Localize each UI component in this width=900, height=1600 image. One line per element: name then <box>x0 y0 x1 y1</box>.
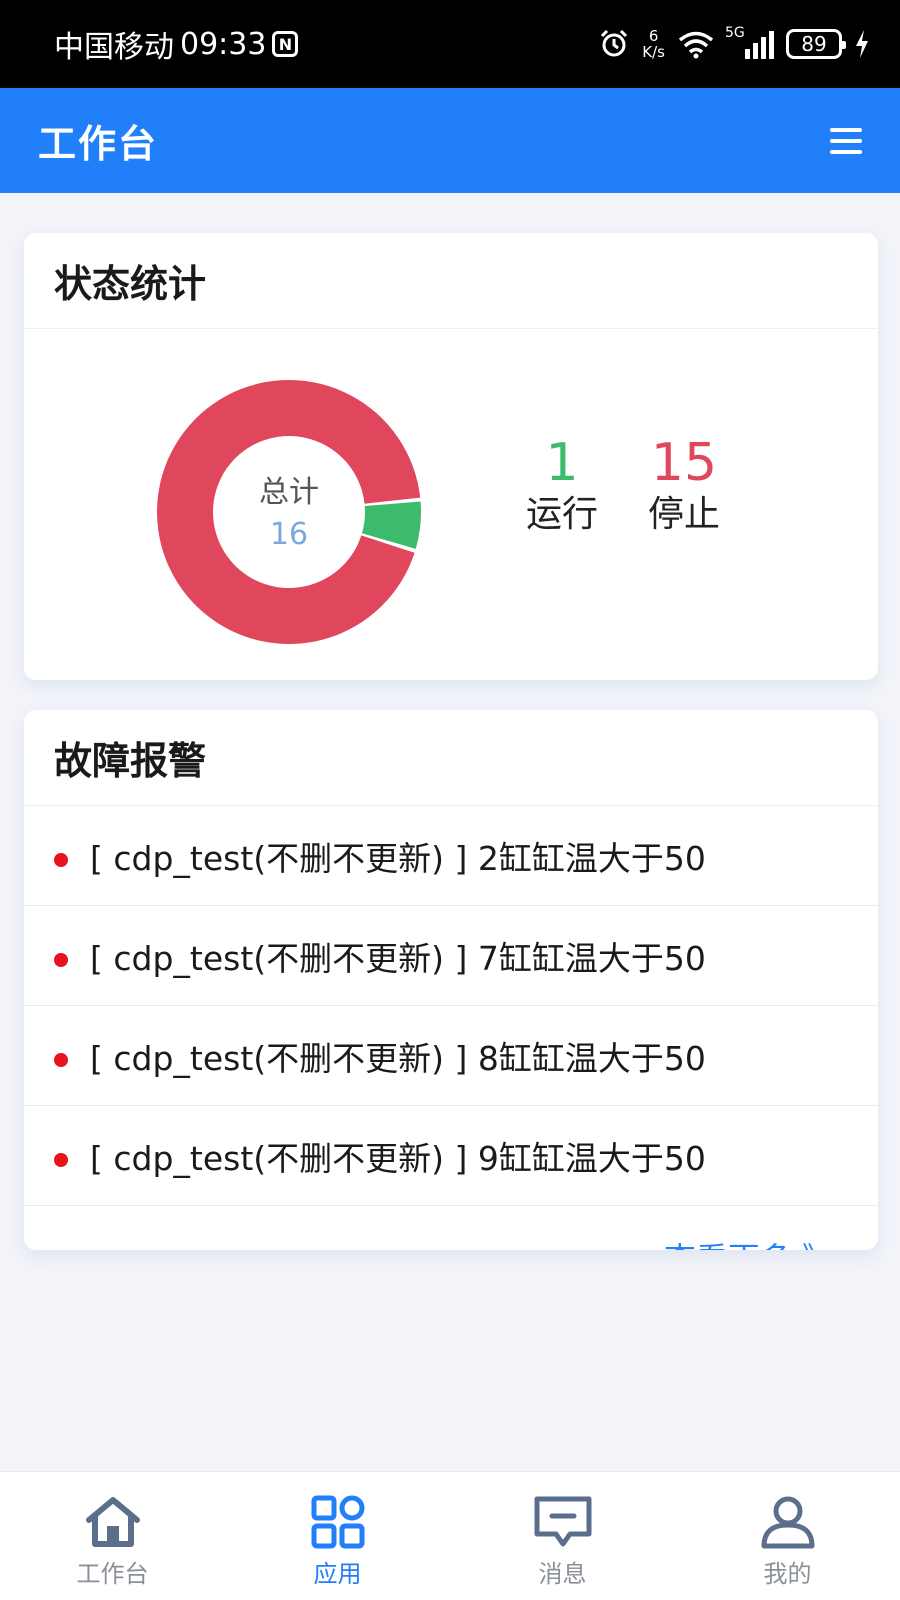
speed-unit: K/s <box>642 43 665 61</box>
menu-icon[interactable] <box>830 127 862 154</box>
tab-label: 消息 <box>538 1560 587 1588</box>
network-speed: 6 K/s <box>642 28 665 60</box>
alarm-item[interactable]: [ cdp_test(不删不更新) ] 8缸缸温大于50 <box>24 1006 878 1106</box>
cellular-signal-icon: 5G <box>725 25 774 59</box>
alarm-text: [ cdp_test(不删不更新) ] 2缸缸温大于50 <box>90 838 706 878</box>
alarm-text: [ cdp_test(不删不更新) ] 8缸缸温大于50 <box>90 1038 706 1078</box>
alarm-dot-icon <box>54 852 68 867</box>
tab-profile[interactable]: 我的 <box>675 1472 900 1600</box>
status-right: 6 K/s 5G 89 <box>598 25 870 60</box>
alarm-item[interactable]: [ cdp_test(不删不更新) ] 9缸缸温大于50 <box>24 1106 878 1206</box>
network-type: 5G <box>725 25 745 41</box>
tab-messages[interactable]: 消息 <box>450 1472 675 1600</box>
tab-label: 应用 <box>313 1560 362 1588</box>
running-stat: 1 运行 <box>502 433 622 537</box>
alarm-item[interactable]: [ cdp_test(不删不更新) ] 7缸缸温大于50 <box>24 906 878 1006</box>
tab-label: 我的 <box>763 1560 812 1588</box>
speed-value: 6 <box>648 27 659 45</box>
status-left: 中国移动 09:33 N <box>54 22 299 66</box>
status-bar: 中国移动 09:33 N 6 K/s 5G 89 <box>0 0 900 88</box>
message-icon <box>534 1496 591 1547</box>
user-icon <box>761 1496 814 1549</box>
stopped-count: 15 <box>650 433 718 493</box>
battery-icon: 89 <box>786 29 846 59</box>
alarm-text: [ cdp_test(不删不更新) ] 7缸缸温大于50 <box>90 938 706 978</box>
stopped-stat: 15 停止 <box>624 433 744 537</box>
alarm-dot-icon <box>54 1052 68 1067</box>
view-more-link[interactable]: 查看更多 》 <box>664 1234 834 1250</box>
running-label: 运行 <box>525 494 598 535</box>
app-header: 工作台 <box>0 88 900 193</box>
alarm-text: [ cdp_test(不删不更新) ] 9缸缸温大于50 <box>90 1138 706 1178</box>
tab-label: 工作台 <box>76 1560 149 1588</box>
alarm-item[interactable]: [ cdp_test(不删不更新) ] 2缸缸温大于50 <box>24 806 878 906</box>
clock: 09:33 <box>180 26 267 62</box>
tab-workbench[interactable]: 工作台 <box>0 1472 225 1600</box>
donut-center-total: 16 <box>269 516 309 552</box>
stats-card-title: 状态统计 <box>24 233 878 329</box>
battery-level: 89 <box>801 32 827 56</box>
alarm-card-title: 故障报警 <box>24 710 878 806</box>
donut-center-label: 总计 <box>259 474 319 510</box>
donut-center: 总计 16 <box>144 367 434 657</box>
running-count: 1 <box>545 433 579 493</box>
alarm-dot-icon <box>54 952 68 967</box>
stopped-label: 停止 <box>647 494 720 535</box>
status-donut-chart: 总计 16 <box>144 367 434 657</box>
wifi-icon <box>678 31 714 59</box>
nfc-icon: N <box>272 31 299 57</box>
tab-apps[interactable]: 应用 <box>225 1472 450 1600</box>
bottom-tab-bar: 工作台 应用 消息 我的 <box>0 1471 900 1600</box>
page-title: 工作台 <box>38 122 159 166</box>
apps-icon <box>311 1495 364 1549</box>
alarm-dot-icon <box>54 1152 68 1167</box>
carrier-name: 中国移动 <box>54 30 174 65</box>
status-stats-card: 状态统计 总计 16 1 运行 15 停止 <box>24 233 878 680</box>
home-icon <box>85 1497 140 1547</box>
alarm-clock-icon <box>601 29 628 57</box>
fault-alarm-card: 故障报警 [ cdp_test(不删不更新) ] 2缸缸温大于50 [ cdp_… <box>24 710 878 1250</box>
charging-icon <box>856 30 868 58</box>
